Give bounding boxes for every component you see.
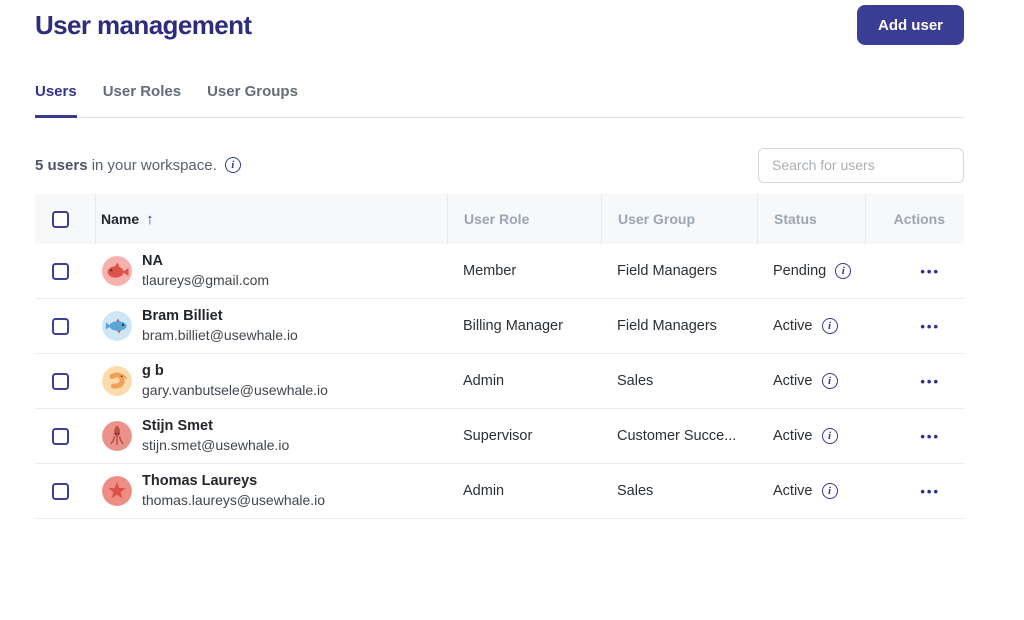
summary-suffix: in your workspace.: [88, 157, 217, 174]
user-name: Bram Billiet: [142, 307, 298, 326]
workspace-summary: 5 users in your workspace. i: [35, 157, 241, 174]
user-group: Field Managers: [601, 263, 757, 279]
status-info-icon[interactable]: i: [822, 373, 838, 389]
user-name: NA: [142, 252, 269, 271]
user-group: Sales: [601, 373, 757, 389]
table-row: Stijn Smet stijn.smet@usewhale.io Superv…: [35, 409, 964, 464]
select-all-cell: [35, 194, 95, 244]
shrimp-icon: [102, 366, 132, 396]
status-badge: Pending: [773, 263, 826, 279]
user-count: 5 users: [35, 157, 88, 174]
table-row: g b gary.vanbutsele@usewhale.io Admin Sa…: [35, 354, 964, 409]
row-checkbox[interactable]: [52, 483, 69, 500]
user-email: tlaureys@gmail.com: [142, 271, 269, 290]
topbar: User management Add user: [35, 5, 964, 45]
add-user-button[interactable]: Add user: [857, 5, 964, 45]
select-all-checkbox[interactable]: [52, 211, 69, 228]
user-email: stijn.smet@usewhale.io: [142, 436, 289, 455]
user-management-page: User management Add user Users User Role…: [0, 0, 1024, 620]
table-row: Bram Billiet bram.billiet@usewhale.io Bi…: [35, 299, 964, 354]
users-table: Name ↑ User Role User Group Status Actio…: [35, 194, 964, 519]
user-role: Supervisor: [447, 428, 601, 444]
page-title: User management: [35, 10, 251, 41]
table-row: Thomas Laureys thomas.laureys@usewhale.i…: [35, 464, 964, 519]
tab-user-groups[interactable]: User Groups: [207, 82, 298, 118]
user-role: Member: [447, 263, 601, 279]
column-header-name[interactable]: Name ↑: [95, 194, 447, 244]
column-header-group: User Group: [601, 194, 757, 244]
user-name: Thomas Laureys: [142, 472, 325, 491]
row-checkbox[interactable]: [52, 318, 69, 335]
info-icon[interactable]: i: [225, 157, 241, 173]
row-actions-menu-icon[interactable]: •••: [920, 371, 940, 392]
column-header-actions: Actions: [865, 194, 964, 244]
table-header-row: Name ↑ User Role User Group Status Actio…: [35, 194, 964, 244]
status-badge: Active: [773, 318, 813, 334]
user-email: thomas.laureys@usewhale.io: [142, 491, 325, 510]
name-header-label: Name: [101, 211, 139, 227]
row-actions-menu-icon[interactable]: •••: [920, 481, 940, 502]
user-name: Stijn Smet: [142, 417, 289, 436]
summary-text: 5 users in your workspace.: [35, 157, 217, 174]
column-header-status: Status: [757, 194, 865, 244]
red-fish-icon: [102, 256, 132, 286]
status-info-icon[interactable]: i: [822, 318, 838, 334]
row-checkbox[interactable]: [52, 373, 69, 390]
table-row: NA tlaureys@gmail.com Member Field Manag…: [35, 244, 964, 299]
status-badge: Active: [773, 428, 813, 444]
meta-row: 5 users in your workspace. i: [35, 147, 964, 183]
row-actions-menu-icon[interactable]: •••: [920, 426, 940, 447]
row-checkbox[interactable]: [52, 263, 69, 280]
status-info-icon[interactable]: i: [822, 483, 838, 499]
status-badge: Active: [773, 483, 813, 499]
tab-bar: Users User Roles User Groups: [35, 82, 964, 118]
status-info-icon[interactable]: i: [835, 263, 851, 279]
squid-icon: [102, 421, 132, 451]
user-role: Admin: [447, 483, 601, 499]
tab-users[interactable]: Users: [35, 82, 77, 118]
blue-fish-icon: [102, 311, 132, 341]
column-header-role: User Role: [447, 194, 601, 244]
user-name: g b: [142, 362, 328, 381]
user-email: bram.billiet@usewhale.io: [142, 326, 298, 345]
status-badge: Active: [773, 373, 813, 389]
user-role: Admin: [447, 373, 601, 389]
tab-user-roles[interactable]: User Roles: [103, 82, 181, 118]
user-group: Field Managers: [601, 318, 757, 334]
user-email: gary.vanbutsele@usewhale.io: [142, 381, 328, 400]
sort-ascending-icon: ↑: [146, 211, 154, 228]
status-info-icon[interactable]: i: [822, 428, 838, 444]
user-group: Customer Succe...: [601, 428, 757, 444]
row-actions-menu-icon[interactable]: •••: [920, 261, 940, 282]
row-checkbox[interactable]: [52, 428, 69, 445]
row-actions-menu-icon[interactable]: •••: [920, 316, 940, 337]
user-group: Sales: [601, 483, 757, 499]
starfish-icon: [102, 476, 132, 506]
user-role: Billing Manager: [447, 318, 601, 334]
search-input[interactable]: [758, 148, 964, 183]
